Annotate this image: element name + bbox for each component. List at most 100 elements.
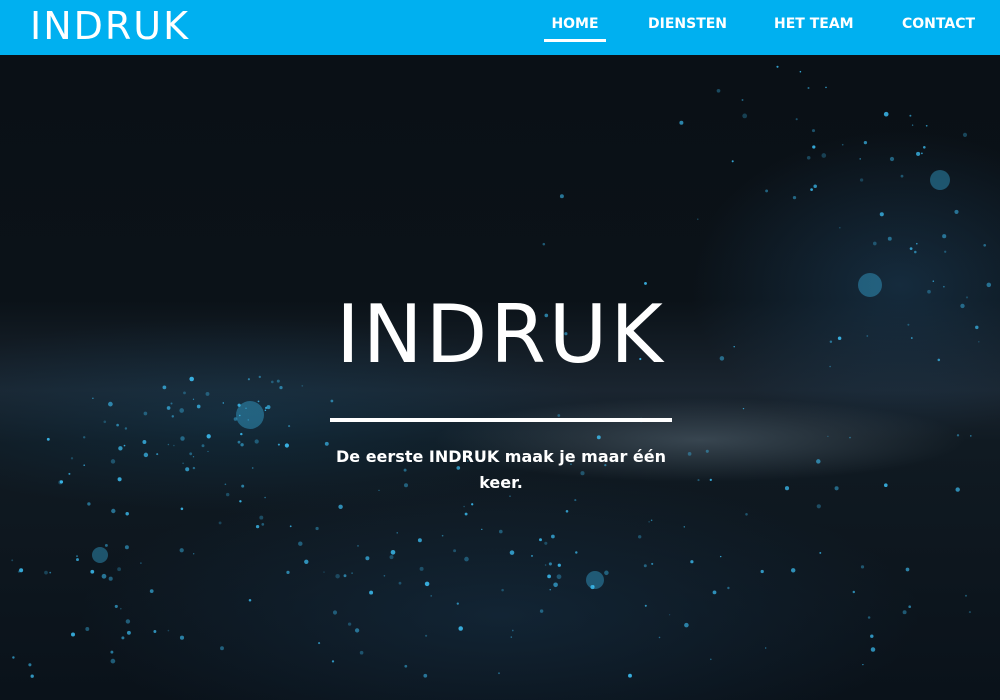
city-light bbox=[166, 406, 171, 410]
city-light bbox=[697, 218, 699, 220]
city-light bbox=[921, 152, 923, 155]
city-light bbox=[872, 241, 877, 246]
city-light bbox=[108, 401, 113, 407]
nav-item-het-team[interactable]: HET TEAM bbox=[774, 0, 854, 32]
city-light bbox=[315, 526, 319, 531]
nav-item-contact[interactable]: CONTACT bbox=[902, 0, 975, 32]
city-light bbox=[205, 391, 210, 396]
city-light bbox=[279, 385, 283, 390]
city-light bbox=[464, 512, 468, 516]
city-light bbox=[937, 358, 941, 362]
city-light bbox=[286, 570, 290, 575]
logo[interactable]: INDRUK bbox=[30, 4, 190, 48]
city-light bbox=[173, 444, 175, 447]
city-light bbox=[464, 556, 469, 562]
city-light bbox=[240, 432, 243, 436]
city-light bbox=[180, 507, 184, 511]
city-light bbox=[679, 120, 684, 125]
hero-section: INDRUK De eerste INDRUK maak je maar één… bbox=[0, 55, 1000, 700]
city-light bbox=[264, 496, 266, 499]
city-light bbox=[860, 565, 865, 569]
city-light bbox=[76, 558, 79, 562]
city-light bbox=[837, 336, 842, 341]
city-light bbox=[142, 440, 147, 444]
city-light bbox=[975, 325, 979, 330]
city-light bbox=[162, 385, 167, 390]
city-light bbox=[171, 415, 175, 418]
city-light bbox=[189, 377, 192, 379]
city-light bbox=[251, 467, 254, 469]
city-light bbox=[510, 636, 513, 638]
city-light bbox=[955, 487, 960, 492]
city-light bbox=[776, 65, 779, 68]
city-light bbox=[911, 124, 914, 126]
city-light bbox=[709, 478, 712, 482]
city-light bbox=[539, 609, 544, 613]
city-light bbox=[549, 589, 551, 591]
city-light bbox=[760, 569, 764, 574]
city-light bbox=[838, 226, 841, 229]
city-light bbox=[834, 486, 839, 491]
city-light bbox=[859, 178, 864, 182]
city-light bbox=[335, 573, 340, 579]
city-light bbox=[114, 604, 118, 608]
city-light bbox=[125, 619, 131, 624]
nav-item-diensten[interactable]: DIENSTEN bbox=[648, 0, 727, 32]
city-light bbox=[323, 571, 325, 573]
city-light bbox=[542, 242, 546, 246]
city-light bbox=[170, 402, 173, 405]
city-light bbox=[697, 479, 700, 482]
city-light bbox=[551, 534, 555, 539]
city-light bbox=[727, 586, 730, 590]
city-light bbox=[544, 564, 547, 566]
city-light bbox=[852, 590, 856, 594]
city-light bbox=[544, 541, 548, 545]
city-light bbox=[218, 521, 222, 525]
city-light bbox=[471, 503, 474, 506]
city-light bbox=[916, 242, 918, 245]
page: INDRUK De eerste INDRUK maak je maar één… bbox=[0, 0, 1000, 700]
nav-item-home[interactable]: HOME bbox=[544, 0, 606, 42]
city-light bbox=[110, 650, 114, 654]
city-light bbox=[499, 529, 503, 534]
city-light bbox=[359, 650, 364, 655]
city-light bbox=[548, 562, 552, 566]
city-light bbox=[192, 466, 196, 470]
city-glow bbox=[858, 273, 882, 297]
city-light bbox=[288, 425, 291, 428]
city-light bbox=[644, 604, 647, 607]
city-light bbox=[604, 570, 609, 576]
city-light bbox=[206, 434, 211, 439]
city-light bbox=[651, 562, 654, 565]
city-light bbox=[396, 532, 398, 534]
city-light bbox=[765, 647, 767, 649]
city-light bbox=[643, 564, 647, 568]
city-light bbox=[795, 118, 798, 121]
city-light bbox=[978, 341, 980, 343]
city-light bbox=[180, 436, 185, 441]
city-light bbox=[123, 444, 126, 447]
city-light bbox=[68, 472, 71, 475]
city-light bbox=[719, 356, 725, 361]
city-light bbox=[559, 194, 564, 199]
city-light bbox=[83, 436, 86, 439]
city-light bbox=[59, 480, 64, 484]
city-light bbox=[900, 174, 904, 178]
city-light bbox=[841, 143, 844, 146]
city-light bbox=[902, 610, 907, 615]
city-light bbox=[259, 515, 264, 520]
city-light bbox=[944, 250, 947, 253]
city-light bbox=[925, 124, 928, 127]
city-light bbox=[332, 610, 338, 615]
city-light bbox=[879, 212, 884, 217]
city-light bbox=[225, 492, 230, 497]
hero-tagline: De eerste INDRUK maak je maar één keer. bbox=[336, 447, 666, 492]
city-light bbox=[887, 236, 892, 241]
city-light bbox=[419, 566, 424, 571]
city-light bbox=[866, 335, 869, 337]
city-light bbox=[103, 420, 107, 424]
city-light bbox=[964, 594, 968, 597]
city-light bbox=[270, 380, 274, 384]
city-light bbox=[829, 340, 833, 344]
city-light bbox=[417, 538, 422, 543]
